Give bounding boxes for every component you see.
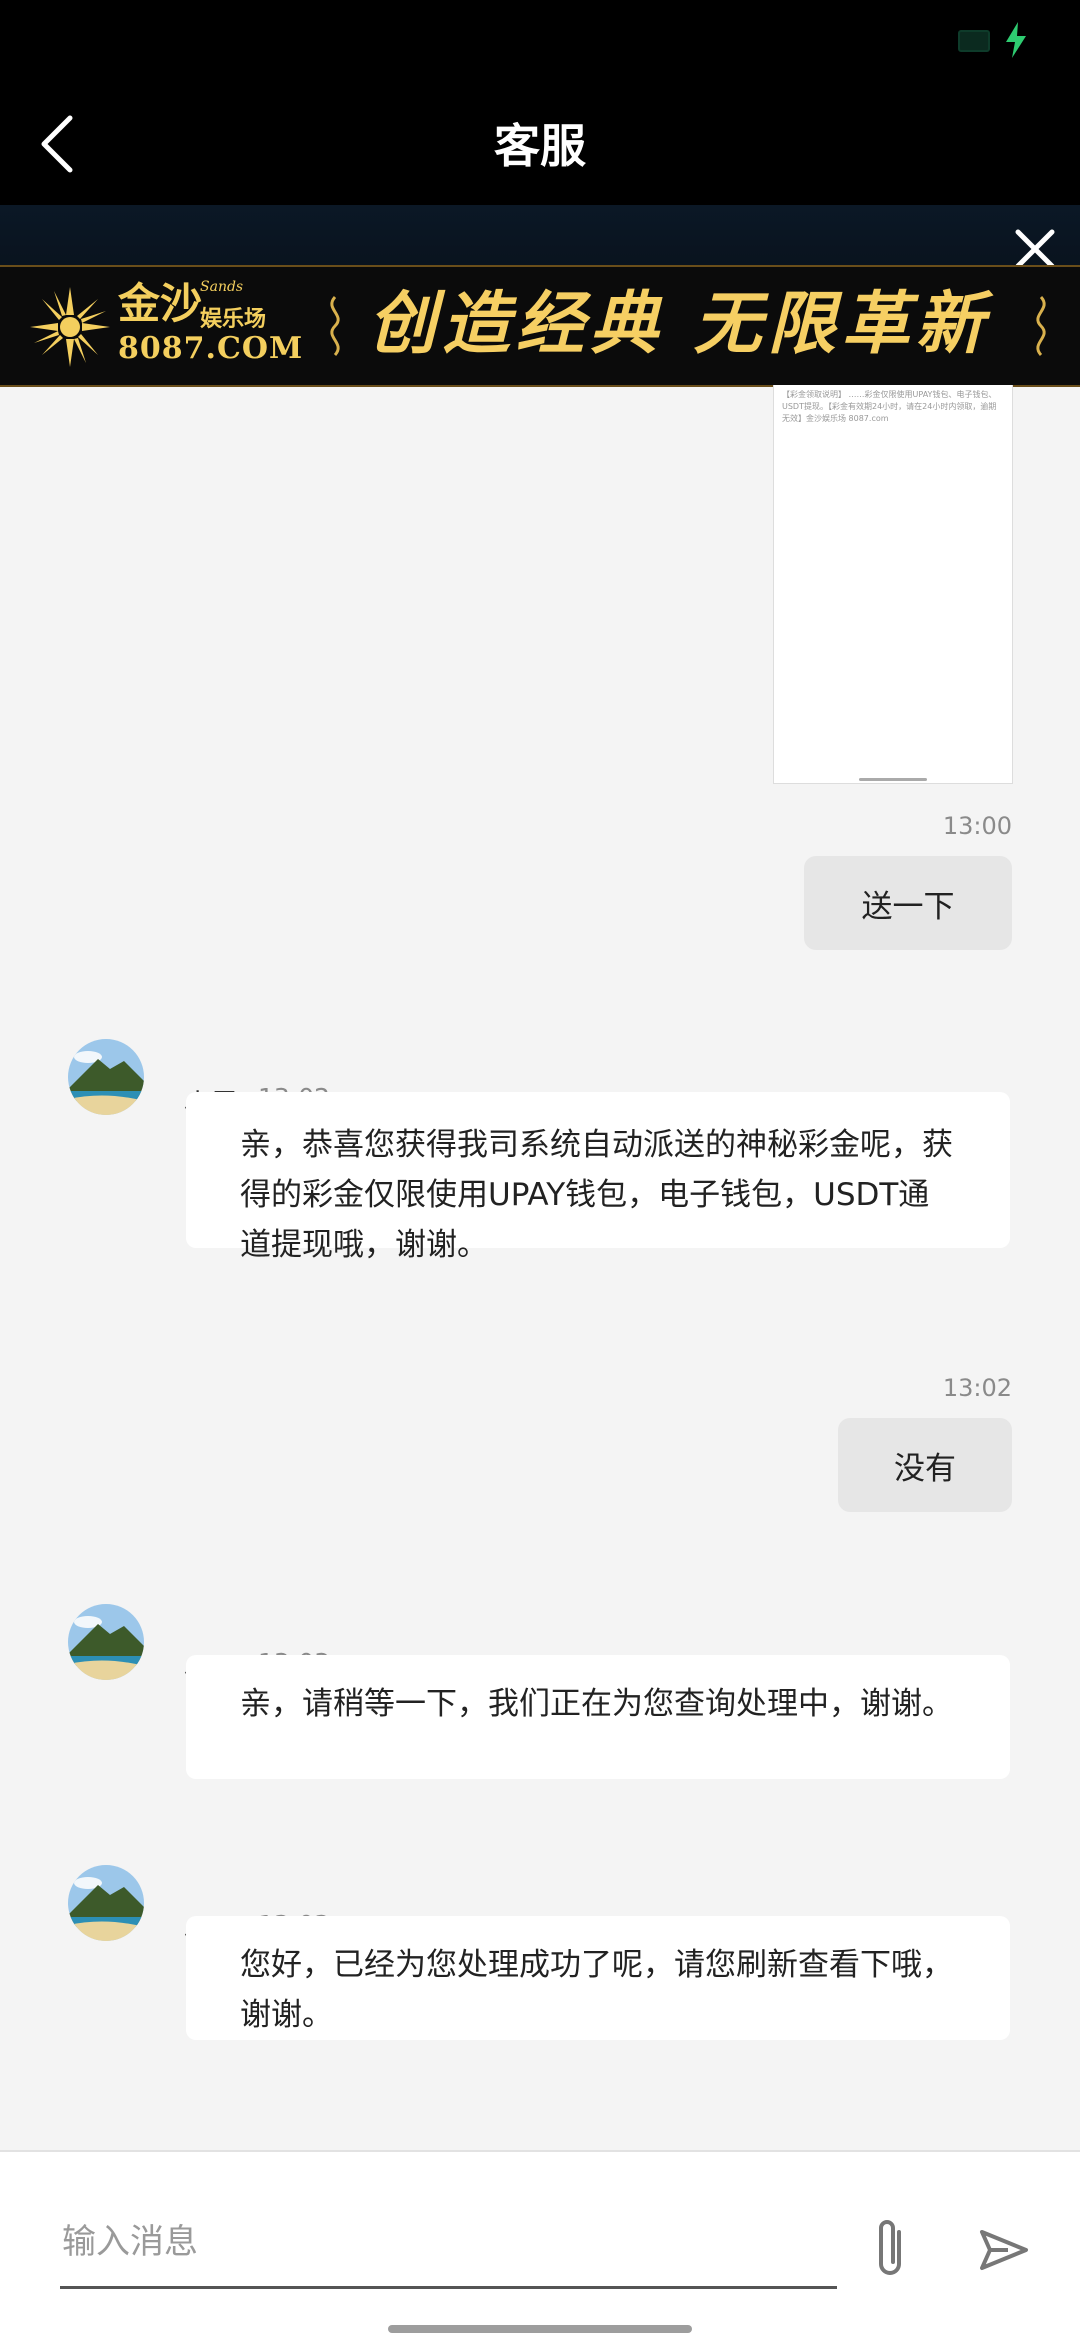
avatar[interactable] — [68, 1604, 144, 1680]
ad-brand-sub: 娱乐场 — [200, 307, 267, 332]
page-title: 客服 — [494, 119, 586, 173]
avatar-landscape-icon — [68, 1604, 144, 1680]
message-text: 您好，已经为您处理成功了呢，请您刷新查看下哦，谢谢。 — [240, 1947, 953, 2033]
message-time: 13:00 — [942, 812, 1012, 840]
chat-message-list[interactable]: 【彩金领取说明】 ……彩金仅限使用UPAY钱包、电子钱包、USDT提现。【彩金有… — [0, 385, 1080, 2150]
image-message-text: 【彩金领取说明】 ……彩金仅限使用UPAY钱包、电子钱包、USDT提现。【彩金有… — [782, 390, 997, 423]
home-indicator — [388, 2325, 692, 2333]
status-bar — [0, 0, 1080, 80]
app-header: 客服 — [0, 80, 1080, 205]
message-text: 亲，请稍等一下，我们正在为您查询处理中，谢谢。 — [240, 1686, 953, 1722]
avatar[interactable] — [68, 1865, 144, 1941]
incoming-message-bubble[interactable]: 您好，已经为您处理成功了呢，请您刷新查看下哦，谢谢。 — [186, 1916, 1010, 2040]
ad-strip — [0, 205, 1080, 265]
message-time: 13:02 — [942, 1374, 1012, 1402]
message-input[interactable] — [60, 2212, 837, 2289]
ad-brand-sands: Sands — [200, 279, 244, 295]
battery-icon — [958, 30, 990, 52]
paperclip-icon — [879, 2220, 901, 2275]
send-button[interactable] — [976, 2222, 1032, 2278]
outgoing-message-bubble[interactable]: 没有 — [838, 1418, 1012, 1512]
avatar-landscape-icon — [68, 1865, 144, 1941]
ad-slogan: 创造经典 无限革新 — [368, 284, 990, 364]
ornament-right-icon — [1036, 295, 1046, 357]
message-composer — [0, 2150, 1080, 2342]
ad-brand: 金沙 — [118, 279, 203, 328]
incoming-message-bubble[interactable]: 亲，恭喜您获得我司系统自动派送的神秘彩金呢，获得的彩金仅限使用UPAY钱包，电子… — [186, 1092, 1010, 1263]
incoming-message-bubble[interactable]: 亲，请稍等一下，我们正在为您查询处理中，谢谢。 — [186, 1655, 1010, 1779]
image-message[interactable]: 【彩金领取说明】 ……彩金仅限使用UPAY钱包、电子钱包、USDT提现。【彩金有… — [773, 385, 1013, 784]
send-icon — [980, 2230, 1028, 2270]
sun-logo-icon — [30, 287, 110, 367]
ornament-left-icon — [330, 295, 340, 357]
avatar-landscape-icon — [68, 1039, 144, 1115]
ad-url: 8087.COM — [118, 331, 304, 366]
outgoing-message-bubble[interactable]: 送一下 — [804, 856, 1012, 950]
image-scroll-handle — [859, 778, 927, 781]
ad-banner[interactable]: 金沙 Sands 娱乐场 8087.COM 创造经典 无限革新 — [0, 265, 1080, 387]
charging-bolt-icon — [1006, 22, 1026, 58]
attach-button[interactable] — [866, 2214, 916, 2284]
message-text: 亲，恭喜您获得我司系统自动派送的神秘彩金呢，获得的彩金仅限使用UPAY钱包，电子… — [240, 1127, 953, 1263]
avatar[interactable] — [68, 1039, 144, 1115]
